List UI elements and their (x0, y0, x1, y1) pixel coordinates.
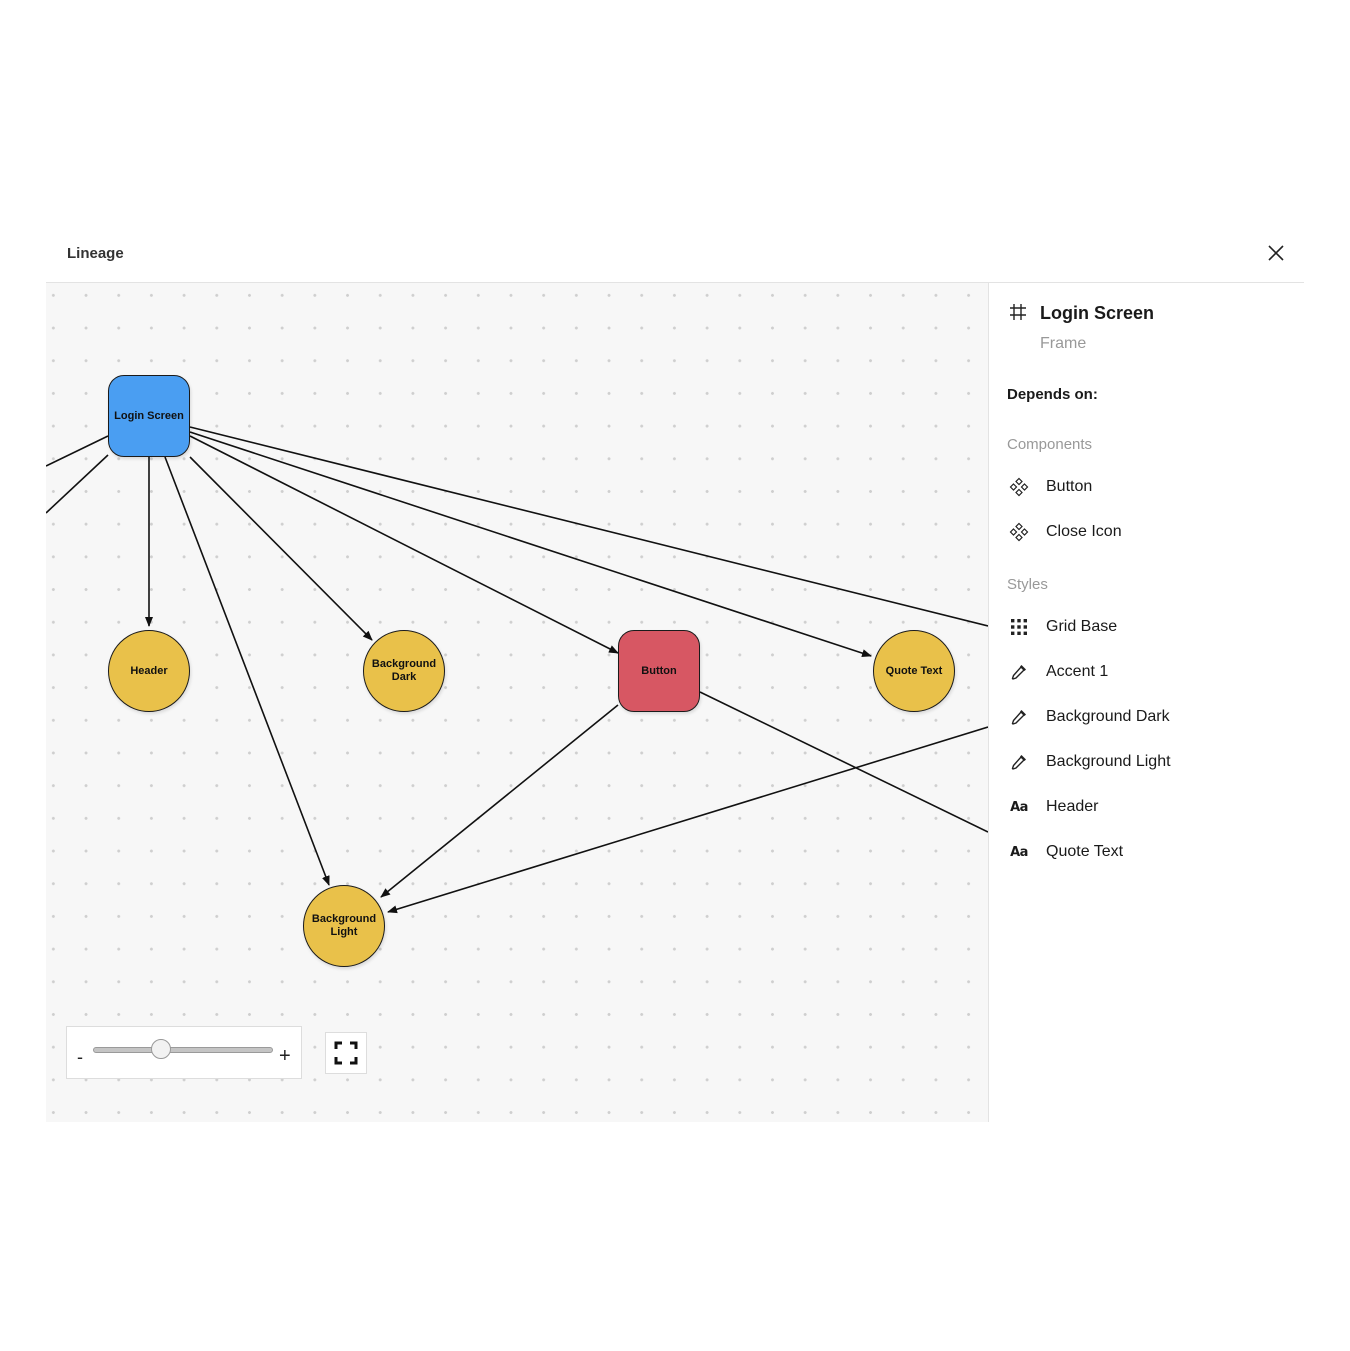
component-icon (1009, 477, 1029, 497)
details-panel: Login Screen Frame Depends on: Component… (988, 283, 1305, 1122)
eyedropper-icon (1011, 755, 1026, 770)
lineage-dialog: Lineage Login Screen Header Background D… (46, 226, 1305, 1122)
dependency-item-quote-text[interactable]: Aa Quote Text (1007, 840, 1287, 864)
node-label: Button (641, 664, 677, 677)
zoom-slider-thumb[interactable] (151, 1039, 172, 1059)
dependency-label: Accent 1 (1046, 663, 1109, 680)
text-style-icon: Aa (1010, 844, 1028, 860)
dependency-label: Background Light (1046, 753, 1171, 770)
node-button[interactable]: Button (618, 630, 700, 712)
fit-screen-button[interactable] (325, 1032, 367, 1074)
edge-offscreen-right-to-background-light (387, 726, 988, 914)
dependency-label: Close Icon (1046, 523, 1122, 540)
dependency-item-background-light[interactable]: Background Light (1007, 750, 1287, 774)
edge-login-screen-to-button (189, 435, 619, 654)
zoom-slider-track[interactable] (93, 1047, 273, 1053)
zoom-control: - + (66, 1026, 302, 1079)
dependency-item-close-icon[interactable]: Close Icon (1007, 520, 1287, 544)
dependency-label: Header (1046, 798, 1099, 815)
node-label: Background Light (311, 913, 377, 938)
dialog-title: Lineage (67, 245, 124, 262)
grid-icon (1011, 619, 1027, 635)
dependency-item-accent-1[interactable]: Accent 1 (1007, 660, 1287, 684)
depends-on-label: Depends on: (1007, 386, 1098, 403)
node-header[interactable]: Header (108, 630, 190, 712)
edge-login-screen-to-offscreen-right (189, 426, 988, 627)
dependency-label: Button (1046, 478, 1093, 495)
edge-login-screen-to-background-dark (189, 456, 373, 641)
edge-login-screen-to-quote-text (189, 431, 872, 657)
fit-screen-icon (334, 1041, 358, 1065)
frame-icon (1010, 304, 1026, 320)
node-login-screen[interactable]: Login Screen (108, 375, 190, 457)
edge-button-to-background-light (380, 704, 619, 898)
dialog-header: Lineage (46, 226, 1304, 283)
panel-title: Login Screen (1040, 303, 1155, 323)
eyedropper-icon (1011, 665, 1026, 680)
dependency-item-header[interactable]: Aa Header (1007, 795, 1287, 819)
node-background-light[interactable]: Background Light (303, 885, 385, 967)
panel-subtitle: Frame (1040, 335, 1087, 352)
zoom-in-button[interactable]: + (279, 1045, 291, 1068)
dependency-label: Quote Text (1046, 843, 1124, 860)
node-label: Background Dark (371, 658, 437, 683)
close-button[interactable] (1266, 243, 1286, 263)
text-style-icon: Aa (1010, 799, 1028, 815)
node-label: Quote Text (885, 664, 943, 677)
dependency-item-background-dark[interactable]: Background Dark (1007, 705, 1287, 729)
dependency-label: Background Dark (1046, 708, 1170, 725)
eyedropper-icon (1011, 710, 1026, 725)
edge-offscreen-left-2-to-login-screen (46, 454, 109, 514)
section-components-label: Components (1007, 436, 1093, 453)
node-label: Header (130, 664, 168, 677)
graph-canvas[interactable]: Login Screen Header Background Dark Butt… (46, 283, 988, 1122)
section-styles-label: Styles (1007, 576, 1048, 593)
dependency-item-grid-base[interactable]: Grid Base (1007, 615, 1287, 639)
node-background-dark[interactable]: Background Dark (363, 630, 445, 712)
dependency-label: Grid Base (1046, 618, 1118, 635)
dependency-item-button[interactable]: Button (1007, 475, 1287, 499)
edge-button-to-offscreen-right (699, 691, 988, 833)
node-quote-text[interactable]: Quote Text (873, 630, 955, 712)
edge-offscreen-left-to-login-screen (46, 435, 109, 467)
node-label: Login Screen (114, 409, 184, 422)
component-icon (1009, 522, 1029, 542)
close-icon (1268, 245, 1284, 261)
zoom-out-button[interactable]: - (77, 1047, 83, 1068)
